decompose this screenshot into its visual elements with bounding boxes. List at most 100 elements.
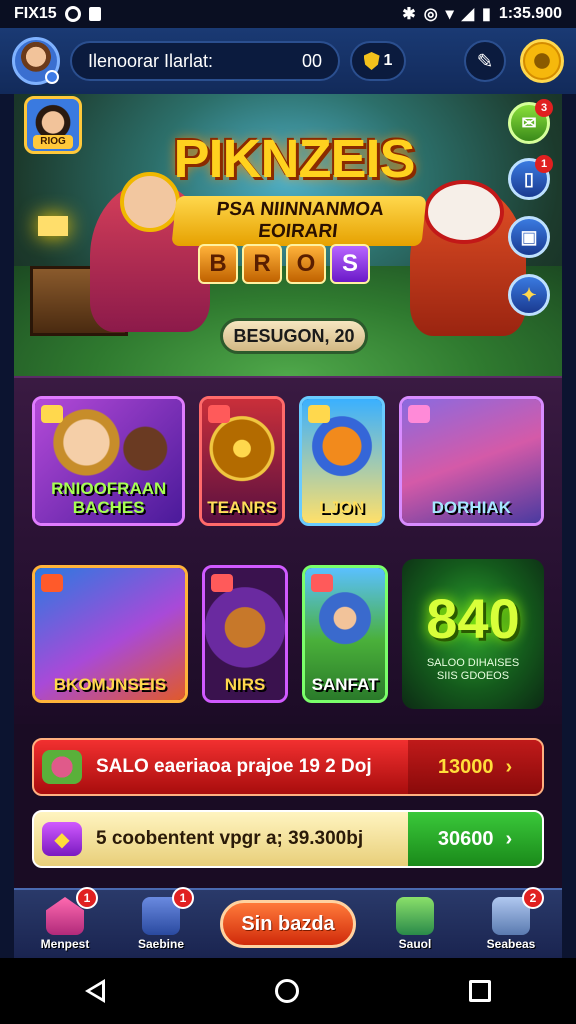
battery-icon: ▮: [482, 6, 491, 23]
game-cards-row-2: BKOMJNSEIS NIRS SANFAT 840 SALOO DIHAISE…: [14, 544, 562, 724]
nav-item-sauol[interactable]: Sauol: [378, 897, 452, 951]
card-corner-icon: [41, 405, 63, 423]
status-bar: FIX15 ✱ ◎ ▾ ◢ ▮ 1:35.900: [0, 0, 576, 28]
cards-icon: ▯: [524, 168, 534, 189]
player-score: 00: [301, 50, 322, 71]
card-label: NIRS: [224, 675, 266, 694]
hero-title: PIKNZEIS: [173, 129, 415, 189]
letter-block: R: [242, 244, 282, 284]
location-pin-icon: [45, 70, 59, 84]
side-button-chat[interactable]: ✉ 3: [508, 99, 553, 144]
game-card-rniofraan[interactable]: RNIOOFRAAN BACHES: [32, 396, 186, 526]
nav-item-seabeas[interactable]: 2 Seabeas: [474, 887, 548, 951]
game-card-ljon[interactable]: LJON: [298, 396, 385, 526]
system-navigation-bar: [0, 958, 576, 1024]
offer-text: SALO eaeriaoa prajoe 19 2 Doj: [96, 756, 372, 777]
game-card-teanrs[interactable]: TEANRS: [199, 396, 285, 526]
offer-price: 30600: [437, 827, 494, 850]
status-left-text: FIX15: [14, 5, 57, 22]
offer-cream-banner[interactable]: ◆ 5 coobentent vpgr a; 39.300bj 30600 ›: [32, 810, 544, 868]
offer-price-button[interactable]: 13000 ›: [408, 740, 542, 794]
offer-red-banner[interactable]: SALO eaeriaoa prajoe 19 2 Doj 13000 ›: [32, 738, 544, 796]
profile-mini-avatar[interactable]: RIOG: [24, 96, 82, 154]
notification-badge: 1: [535, 155, 553, 173]
big-score-caption: SALOO DIHAISES SIIS GDOEOS: [427, 657, 519, 683]
nav-item-menpest[interactable]: 1 Menpest: [28, 887, 102, 951]
card-corner-icon: [307, 405, 330, 423]
side-button-trophy[interactable]: ▣: [508, 216, 550, 258]
status-clock: 1:35.900: [498, 5, 562, 22]
card-label: LJON: [319, 498, 365, 517]
card-corner-icon: [41, 574, 63, 592]
card-label: DORHIAK: [431, 498, 511, 517]
letter-block: B: [198, 244, 238, 284]
notification-badge: 1: [172, 887, 194, 909]
offer-price-button[interactable]: 30600 ›: [408, 812, 542, 866]
game-card-dorhiak[interactable]: DORHIAK: [398, 396, 544, 526]
offers-section: SALO eaeriaoa prajoe 19 2 Doj 13000 › ◆ …: [14, 724, 562, 888]
chevron-right-icon: ›: [505, 827, 513, 850]
trophy-icon: ▣: [520, 226, 538, 247]
chat-icon: ✉: [521, 112, 537, 133]
big-score-value: 840: [426, 586, 520, 650]
signal-icon: ◢: [461, 6, 475, 23]
card-corner-icon: [407, 405, 430, 423]
letter-block: S: [330, 244, 370, 284]
clipboard-icon: [88, 7, 101, 21]
big-score-panel[interactable]: 840 SALOO DIHAISES SIIS GDOEOS: [402, 559, 544, 709]
pencil-icon: ✎: [476, 50, 494, 73]
game-cards-row-1: RNIOOFRAAN BACHES TEANRS LJON DORHIAK: [14, 376, 562, 544]
wifi-icon: ▾: [445, 6, 454, 23]
card-label: TEANRS: [207, 498, 278, 517]
nav-item-saebine[interactable]: 1 Saebine: [124, 887, 198, 951]
top-bar: Ilenoorar Ilarlat: 00 1 ✎: [0, 28, 576, 94]
back-icon[interactable]: [85, 979, 105, 1003]
nav-label: Menpest: [40, 937, 90, 951]
shield-icon: [363, 52, 380, 70]
notification-icon: [64, 6, 81, 22]
notification-badge: 1: [76, 887, 98, 909]
game-card-nirs[interactable]: NIRS: [202, 565, 288, 703]
side-button-achievements[interactable]: ✦: [508, 274, 550, 316]
home-circle-icon[interactable]: [275, 979, 299, 1003]
hero-subtitle: PSA NIINNANMOA EOIRARI: [171, 196, 427, 246]
notification-badge: 3: [535, 99, 553, 117]
star-icon: ✦: [521, 284, 537, 305]
big-score-caption-line1: SALOO DIHAISES: [426, 656, 520, 669]
big-score-caption-line2: SIIS GDOEOS: [436, 669, 510, 682]
card-label: SANFAT: [311, 675, 379, 694]
edit-button[interactable]: ✎: [464, 40, 506, 82]
player-name: Ilenoorar Ilarlat:: [88, 50, 214, 71]
season-button[interactable]: BESUGON, 20: [220, 318, 368, 354]
shield-count: 1: [383, 52, 393, 69]
alarm-icon: ◎: [423, 6, 438, 23]
nav-label: Saebine: [137, 937, 185, 951]
game-card-sanfat[interactable]: SANFAT: [302, 565, 388, 703]
chevron-right-icon: ›: [505, 755, 513, 778]
offer-text: 5 coobentent vpgr a; 39.300bj: [96, 828, 364, 849]
vibrate-icon: ✱: [402, 6, 416, 23]
card-label: RNIOOFRAAN BACHES: [51, 479, 167, 517]
offer-price: 13000: [437, 755, 494, 778]
card-label: BKOMJNSEIS: [53, 675, 167, 694]
game-card-bkomjnseis[interactable]: BKOMJNSEIS: [32, 565, 188, 703]
shield-counter[interactable]: 1: [350, 41, 406, 81]
player-avatar[interactable]: [12, 37, 60, 85]
profile-tag: RIOG: [33, 135, 73, 149]
hero-banner[interactable]: PIKNZEIS PSA NIINNANMOA EOIRARI B R O S …: [14, 94, 562, 376]
hero-letter-blocks: B R O S: [198, 244, 370, 284]
card-corner-icon: [311, 574, 333, 592]
side-button-cards[interactable]: ▯ 1: [508, 155, 553, 200]
settings-gear-icon[interactable]: [520, 39, 564, 83]
card-corner-icon: [211, 574, 233, 592]
player-name-pill[interactable]: Ilenoorar Ilarlat: 00: [70, 41, 340, 81]
recents-icon[interactable]: [469, 980, 491, 1002]
nav-label: Seabeas: [486, 937, 536, 951]
right-character-head: [424, 180, 504, 244]
play-button[interactable]: Sin bazda: [220, 900, 356, 948]
lamp-icon: [38, 216, 68, 236]
bowl-icon: [42, 750, 82, 784]
shop-icon: [396, 897, 434, 935]
nav-label: Sauol: [398, 937, 432, 951]
bottom-navigation: 1 Menpest 1 Saebine Sin bazda Sauol 2 Se…: [14, 887, 562, 958]
